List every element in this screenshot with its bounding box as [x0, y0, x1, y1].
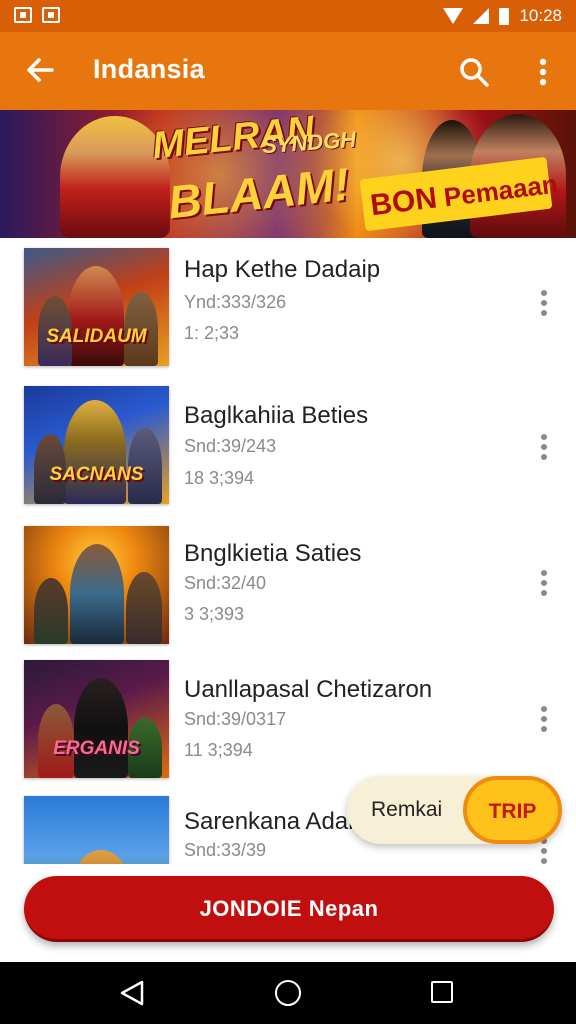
floating-snackbar: Remkai TRIP: [347, 776, 562, 844]
status-bar: 10:28: [0, 0, 576, 32]
item-more-icon[interactable]: [536, 290, 552, 316]
signal-icon: [473, 8, 490, 24]
status-left-icons: [14, 7, 60, 23]
search-icon[interactable]: [456, 54, 492, 90]
item-subtitle: Snd:39/243: [184, 436, 277, 456]
thumbnail-figure: [70, 544, 124, 644]
wifi-icon: [443, 8, 464, 24]
item-title: Baglkahiia Beties: [184, 402, 369, 429]
item-thumbnail: ERGANIS: [24, 660, 169, 778]
primary-cta-label: JONDOIE Nepan: [199, 896, 379, 921]
item-title: Bnglkietia Saties: [184, 540, 362, 567]
item-thumbnail: SALIDAUM: [24, 248, 169, 366]
thumbnail-figure: [68, 266, 124, 366]
item-meta: 1: 2;33: [184, 323, 240, 343]
item-subtitle: Snd:32/40: [184, 573, 267, 593]
battery-icon: [499, 7, 510, 25]
bottom-action-area: JONDOIE Nepan: [0, 864, 576, 962]
image-icon: [42, 7, 60, 23]
item-thumbnail: [24, 526, 169, 644]
item-title: Sarenkana Adan: [184, 808, 362, 835]
banner-badge-lead: BON: [368, 181, 439, 223]
app-bar: Indansia: [0, 32, 576, 110]
trip-button[interactable]: TRIP: [463, 776, 562, 844]
trip-button-label: TRIP: [488, 800, 537, 823]
thumbnail-figure: [64, 400, 126, 504]
list-item[interactable]: SALIDAUM Hap Kethe Dadaip Ynd:333/326 1:…: [0, 238, 576, 374]
thumbnail-figure: [34, 578, 68, 644]
list-item[interactable]: ERGANIS Uanllapasal Chetizaron Snd:39/03…: [0, 650, 576, 786]
list-item[interactable]: Bnglkietia Saties Snd:32/40 3 3;393: [0, 514, 576, 650]
item-thumbnail: SACNANS: [24, 386, 169, 504]
notification-icon: [14, 7, 32, 23]
game-list: SALIDAUM Hap Kethe Dadaip Ynd:333/326 1:…: [0, 238, 576, 864]
item-title: Uanllapasal Chetizaron: [184, 676, 433, 703]
more-vert-icon[interactable]: [530, 54, 556, 90]
item-more-icon[interactable]: [536, 570, 552, 596]
nav-back-icon[interactable]: [118, 980, 146, 1006]
app-title: Indansia: [93, 54, 205, 84]
item-meta: 18 3;394: [184, 468, 255, 488]
nav-home-icon[interactable]: [275, 980, 301, 1006]
status-time: 10:28: [519, 6, 562, 25]
thumbnail-title: SALIDAUM: [46, 326, 147, 347]
thumbnail-figure: [74, 850, 128, 864]
system-nav-bar: [0, 962, 576, 1024]
thumbnail-title: SACNANS: [49, 464, 144, 485]
snackbar-text: Remkai: [371, 798, 443, 821]
item-subtitle: Snd:33/39: [184, 840, 267, 860]
thumbnail-title: ERGANIS: [53, 738, 140, 759]
thumbnail-figure: [126, 572, 162, 644]
item-subtitle: Snd:39/0317: [184, 709, 287, 729]
item-meta: 3 3;393: [184, 604, 245, 624]
item-more-icon[interactable]: [536, 434, 552, 460]
primary-cta-button[interactable]: JONDOIE Nepan: [24, 876, 554, 942]
item-meta: 11 3;394: [184, 740, 253, 760]
item-title: Hap Kethe Dadaip: [184, 256, 381, 283]
item-subtitle: Ynd:333/326: [184, 292, 287, 312]
item-thumbnail: [24, 796, 169, 864]
item-more-icon[interactable]: [536, 706, 552, 732]
nav-recents-icon[interactable]: [431, 981, 453, 1003]
promo-banner[interactable]: MELRAN SYNDGH BLAAM! BON Pemaaan: [0, 110, 576, 238]
status-right-icons: 10:28: [443, 6, 562, 26]
thumbnail-figure: [74, 678, 128, 778]
list-item[interactable]: SACNANS Baglkahiia Beties Snd:39/243 18 …: [0, 376, 576, 512]
back-arrow-icon[interactable]: [22, 52, 58, 88]
